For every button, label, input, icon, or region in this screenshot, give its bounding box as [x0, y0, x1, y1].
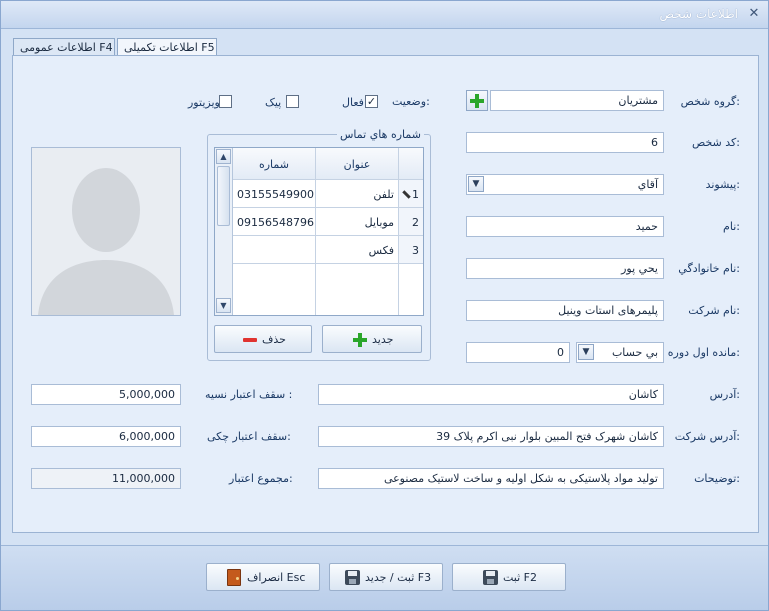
person-group-field[interactable]: مشتریان	[490, 90, 664, 111]
credit-limit-label: سقف اعتبار نسیه :	[205, 388, 293, 401]
save-disk-icon	[483, 570, 498, 585]
name-field[interactable]: حمید	[466, 216, 664, 237]
tab-general-info-label: اطلاعات عمومی F4	[20, 41, 113, 54]
contact-number-cell[interactable]: 09156548796	[233, 208, 316, 236]
edit-pencil-icon	[402, 190, 411, 199]
total-credit-field: 11,000,000	[31, 468, 181, 489]
cancel-button[interactable]: انصراف Esc	[206, 563, 320, 591]
save-button[interactable]: ثبت F2	[452, 563, 566, 591]
column-header-index	[399, 148, 423, 180]
column-header-number[interactable]: شماره	[233, 148, 316, 180]
prefix-select[interactable]: آقاي	[466, 174, 664, 195]
title-bar: اطلاعات شخص ✕	[1, 1, 768, 29]
contact-number-cell[interactable]: 03155549900	[233, 180, 316, 208]
opening-balance-field[interactable]: 0	[466, 342, 570, 363]
scroll-down-icon[interactable]: ▼	[216, 298, 231, 313]
person-photo[interactable]	[31, 147, 181, 316]
check-credit-field[interactable]: 6,000,000	[31, 426, 181, 447]
company-field[interactable]: پلیمرهای استات وینیل	[466, 300, 664, 321]
window-title: اطلاعات شخص	[659, 7, 738, 21]
grid-column-line	[398, 264, 399, 315]
close-icon[interactable]: ✕	[746, 6, 762, 22]
opening-balance-label: مانده اول دوره:	[667, 346, 740, 359]
status-label: وضعیت:	[392, 95, 430, 108]
company-address-field[interactable]: کاشان شهرک فتح المبین بلوار نبی اکرم پلا…	[318, 426, 664, 447]
cancel-button-label: انصراف Esc	[247, 571, 306, 584]
contact-number-cell[interactable]	[233, 236, 316, 264]
tab-general-info[interactable]: اطلاعات عمومی F4	[13, 38, 115, 56]
row-indicator: 1	[399, 180, 423, 208]
person-code-label: کد شخص:	[691, 136, 740, 149]
description-label: توضیحات:	[694, 472, 740, 485]
row-index: 2	[399, 208, 423, 236]
add-group-button[interactable]	[466, 90, 488, 111]
person-info-window: اطلاعات شخص ✕ اطلاعات عمومی F4 اطلاعات ت…	[0, 0, 769, 611]
contacts-grid: ▲ ▼ شماره عنوان 03155549900 تلفن 1 09156…	[214, 147, 424, 316]
delete-button-label: حذف	[262, 333, 286, 346]
tab-extra-info[interactable]: اطلاعات تکمیلی F5	[117, 38, 217, 56]
avatar-silhouette-icon	[32, 148, 180, 315]
delete-contact-button[interactable]: حذف	[214, 325, 312, 353]
contact-title-cell[interactable]: تلفن	[316, 180, 399, 208]
address-label: آدرس:	[709, 388, 740, 401]
scroll-thumb[interactable]	[217, 166, 230, 226]
address-field[interactable]: کاشان	[318, 384, 664, 405]
courier-checkbox[interactable]	[286, 95, 299, 108]
plus-icon	[353, 333, 367, 347]
check-credit-label: سقف اعتبار چکی:	[207, 430, 291, 443]
row-index: 3	[399, 236, 423, 264]
description-field[interactable]: تولید مواد پلاستیکی به شکل اولیه و ساخت …	[318, 468, 664, 489]
visitor-label: ویزیتور	[188, 96, 220, 109]
column-header-title[interactable]: عنوان	[316, 148, 399, 180]
scroll-up-icon[interactable]: ▲	[216, 149, 231, 164]
credit-limit-field[interactable]: 5,000,000	[31, 384, 181, 405]
row-index: 1	[412, 188, 419, 201]
person-code-field[interactable]: 6	[466, 132, 664, 153]
save-button-label: ثبت F2	[503, 571, 538, 584]
contacts-legend: شماره هاي تماس	[337, 128, 424, 141]
active-label: فعال	[342, 96, 364, 109]
plus-icon	[470, 94, 484, 108]
minus-icon	[243, 338, 257, 342]
family-field[interactable]: يحي پور	[466, 258, 664, 279]
visitor-checkbox[interactable]	[219, 95, 232, 108]
save-disk-icon	[345, 570, 360, 585]
save-new-button-label: ثبت / جدید F3	[365, 571, 432, 584]
new-contact-button[interactable]: جدید	[322, 325, 422, 353]
family-label: نام خانوادگي:	[678, 262, 740, 275]
contact-title-cell[interactable]: فکس	[316, 236, 399, 264]
prefix-label: پیشوند:	[705, 178, 740, 191]
total-credit-label: مجموع اعتبار:	[229, 472, 293, 485]
grid-column-line	[315, 264, 316, 315]
chevron-down-icon[interactable]: ▼	[578, 344, 594, 360]
footer-bar: انصراف Esc ثبت / جدید F3 ثبت F2	[1, 545, 768, 610]
company-address-label: آدرس شرکت:	[674, 430, 740, 443]
contact-title-cell[interactable]: موبایل	[316, 208, 399, 236]
save-new-button[interactable]: ثبت / جدید F3	[329, 563, 443, 591]
name-label: نام:	[723, 220, 740, 233]
company-label: نام شرکت:	[688, 304, 740, 317]
courier-label: پیک	[265, 96, 282, 109]
chevron-down-icon[interactable]: ▼	[468, 176, 484, 192]
person-group-label: گروه شخص:	[680, 95, 740, 108]
exit-door-icon	[227, 569, 241, 586]
grid-scrollbar[interactable]: ▲ ▼	[215, 148, 233, 315]
active-checkbox[interactable]: ✓	[365, 95, 378, 108]
tab-extra-info-label: اطلاعات تکمیلی F5	[124, 41, 215, 54]
new-button-label: جدید	[372, 333, 394, 346]
